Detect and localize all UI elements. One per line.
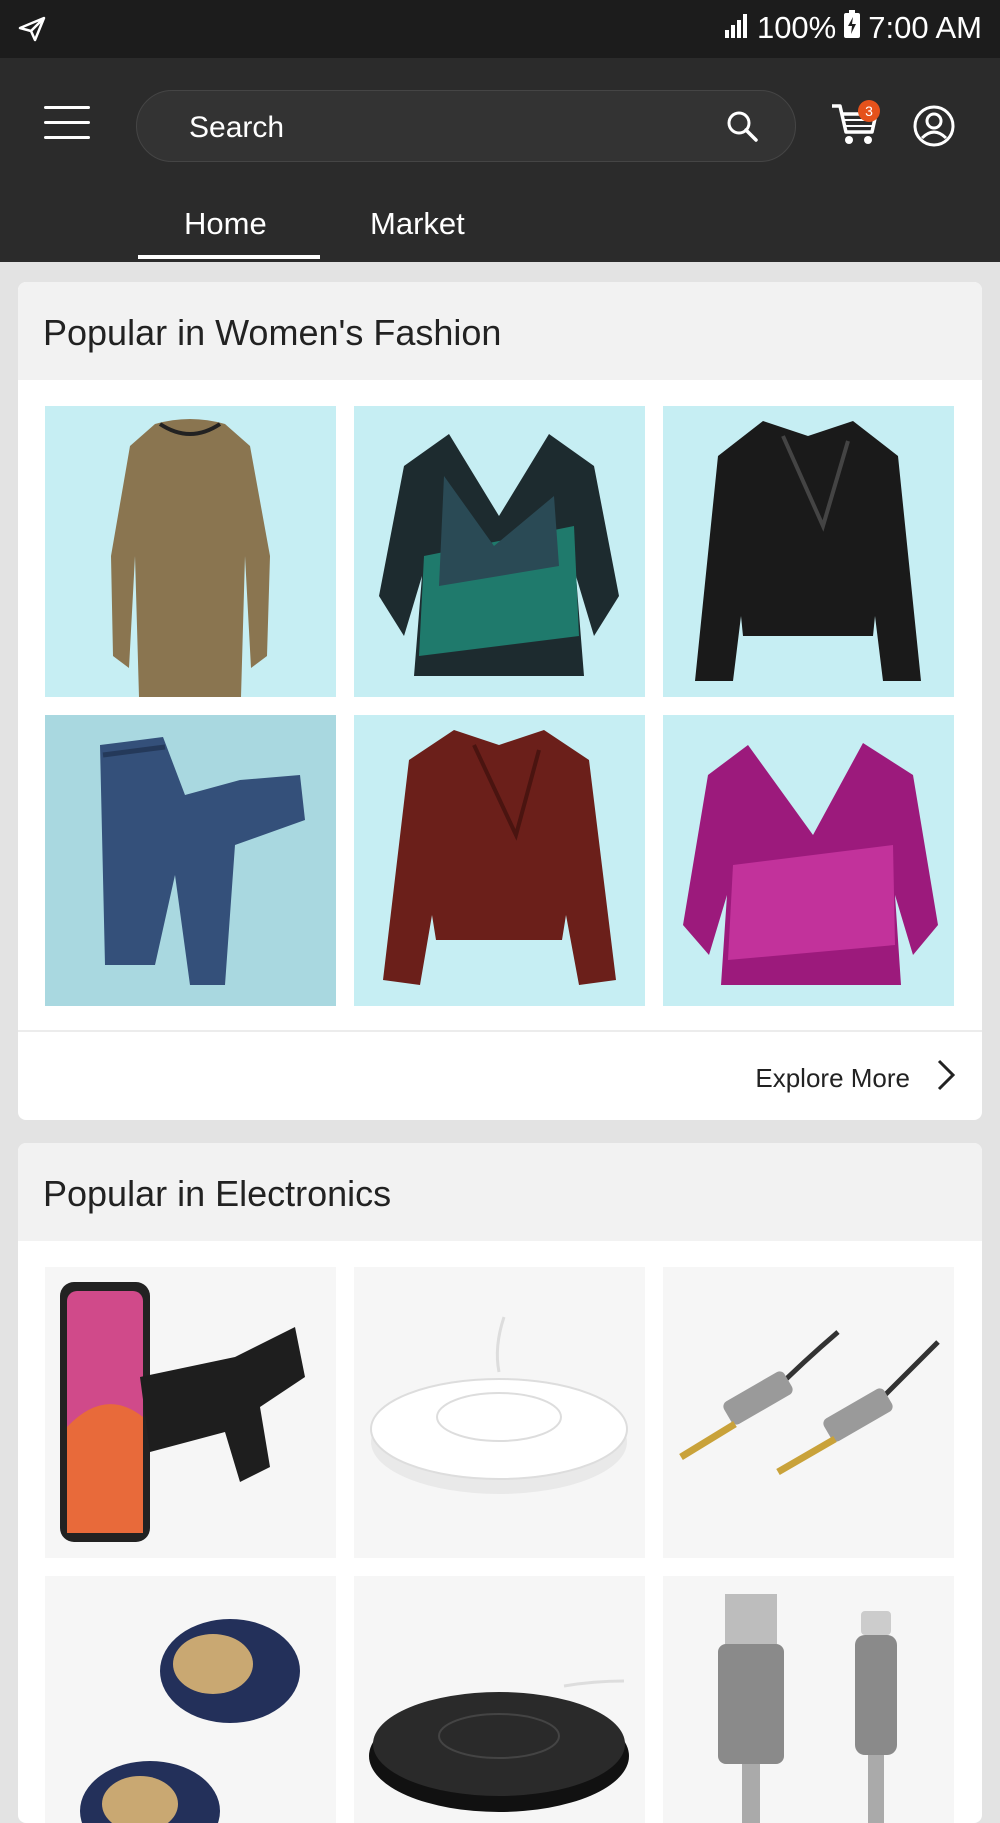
account-icon[interactable] [912, 104, 956, 153]
product-tile-burgundy-moto-jacket[interactable] [354, 715, 645, 1006]
send-icon [18, 16, 46, 47]
active-tab-indicator [138, 255, 320, 259]
chevron-right-icon [936, 1058, 956, 1099]
product-tile-blue-jeans[interactable] [45, 715, 336, 1006]
tab-market[interactable]: Market [370, 206, 465, 242]
section-title: Popular in Electronics [43, 1173, 392, 1214]
card-divider [18, 1030, 982, 1032]
menu-icon[interactable] [44, 106, 90, 140]
product-grid [45, 406, 954, 1006]
search-icon[interactable] [725, 109, 759, 148]
product-tile-black-leather-jacket[interactable] [663, 406, 954, 697]
product-tile-phone-car-mount[interactable] [45, 1267, 336, 1558]
explore-more-link[interactable]: Explore More [755, 1058, 956, 1099]
clock: 7:00 AM [868, 10, 982, 45]
electronics-card: Popular in Electronics [18, 1143, 982, 1823]
cart-count-badge: 3 [858, 100, 880, 122]
search-bar[interactable]: Search [136, 90, 796, 162]
product-tile-magenta-velvet-blouse[interactable] [663, 715, 954, 1006]
tab-home[interactable]: Home [184, 206, 267, 242]
product-tile-aux-audio-cable[interactable] [663, 1267, 954, 1558]
app-header: Search 3 Home Market [0, 58, 1000, 262]
product-tile-black-wireless-charger[interactable] [354, 1576, 645, 1823]
battery-charging-icon [844, 10, 861, 46]
product-tile-usb-lightning-cable[interactable] [663, 1576, 954, 1823]
product-tile-tan-lace-dress[interactable] [45, 406, 336, 697]
signal-icon [724, 10, 749, 46]
section-title: Popular in Women's Fashion [43, 312, 502, 353]
product-grid [45, 1267, 954, 1823]
product-tile-wireless-earbuds[interactable] [45, 1576, 336, 1823]
status-bar: 100% 7:00 AM [0, 0, 1000, 58]
search-placeholder: Search [189, 111, 285, 144]
explore-more-label: Explore More [755, 1063, 910, 1093]
card-header: Popular in Electronics [18, 1143, 982, 1241]
battery-percent: 100% [756, 10, 837, 45]
womens-fashion-card: Popular in Women's Fashion Explore More [18, 282, 982, 1120]
product-tile-white-wireless-charger[interactable] [354, 1267, 645, 1558]
card-header: Popular in Women's Fashion [18, 282, 982, 380]
product-tile-teal-velvet-blouse[interactable] [354, 406, 645, 697]
